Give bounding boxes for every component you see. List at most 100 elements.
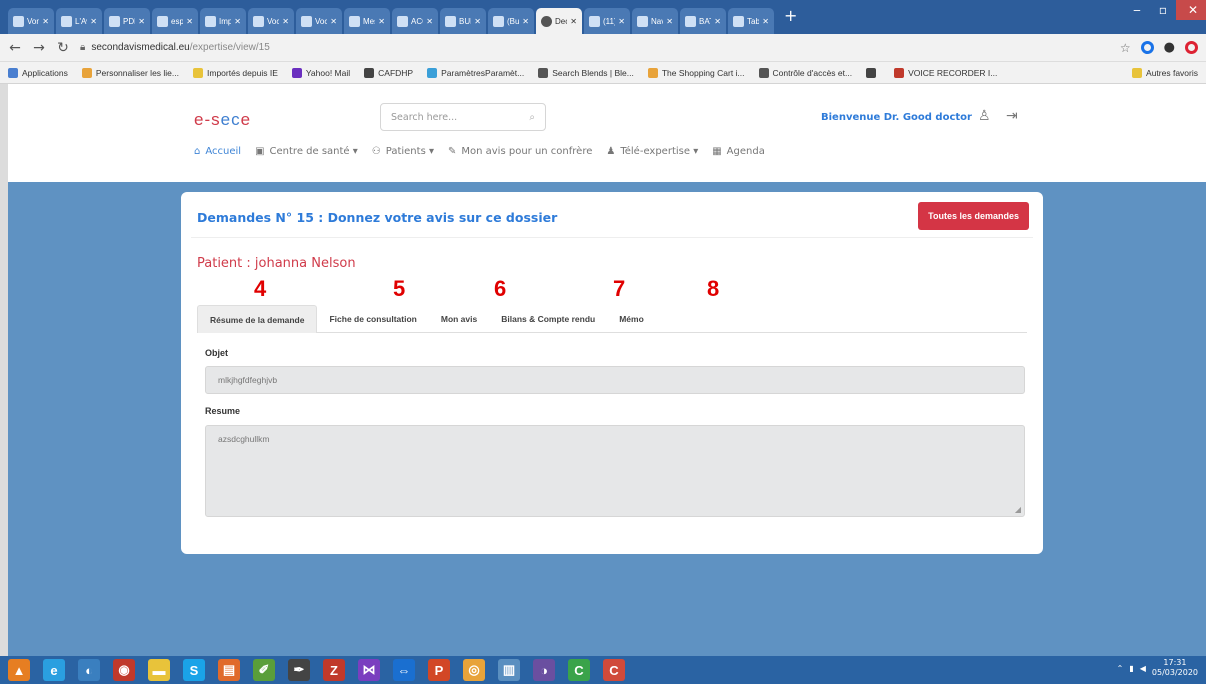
bookmark-item[interactable]: CAFDHP [364,67,413,78]
filezilla-icon[interactable]: Z [323,659,345,681]
tab-close-icon[interactable]: ✕ [522,17,529,26]
chrome-icon[interactable]: ◎ [463,659,485,681]
tab-close-icon[interactable]: ✕ [330,17,337,26]
powerpoint-icon[interactable]: P [428,659,450,681]
eclipse-icon[interactable]: ◑ [533,659,555,681]
star-icon[interactable]: ☆ [1120,41,1131,55]
maximize-button[interactable]: ▫ [1150,0,1176,20]
browser-tab[interactable]: PDF✕ [104,8,150,34]
tab-close-icon[interactable]: ✕ [570,17,577,26]
bookmark-item[interactable]: Contrôle d'accès et... [758,67,852,78]
power-icon[interactable]: ◉ [113,659,135,681]
camtasia-icon[interactable]: C [568,659,590,681]
folder-icon[interactable]: ▬ [148,659,170,681]
tab-close-icon[interactable]: ✕ [42,17,49,26]
tab-close-icon[interactable]: ✕ [426,17,433,26]
forward-icon[interactable]: → [32,40,46,56]
browser-tab[interactable]: L'Av✕ [56,8,102,34]
app-icon[interactable]: ◐ [78,659,100,681]
url-field[interactable]: 🔒︎ secondavismedical.eu/expertise/view/1… [80,42,1110,53]
nav-item[interactable]: ♟ Télé-expertise ▾ [606,146,698,157]
extension-opera-icon[interactable] [1140,41,1154,54]
browser-tab[interactable]: Voc ✕ [296,8,342,34]
bookmark-item[interactable]: Search Blends | Ble... [538,67,634,78]
nav-item[interactable]: ⌂ Accueil [194,146,241,157]
vlc-icon[interactable]: ▲ [8,659,30,681]
browser-tab[interactable]: ACC✕ [392,8,438,34]
network-icon[interactable]: ▮ [1129,664,1133,673]
new-tab-button[interactable]: + [776,6,805,29]
nav-item[interactable]: ⚇ Patients ▾ [372,146,434,157]
pen-icon[interactable]: ✒ [288,659,310,681]
paint-icon[interactable]: ✐ [253,659,275,681]
bookmark-item[interactable] [866,67,880,78]
bookmark-item[interactable]: Applications [8,67,68,78]
extension-o-icon[interactable] [1185,41,1198,54]
resume-textarea[interactable]: azsdcghullkm ◢ [205,425,1025,517]
all-requests-button[interactable]: Toutes les demandes [918,202,1029,230]
address-bar: ← → ↻ 🔒︎ secondavismedical.eu/expertise/… [0,34,1206,62]
tray-arrow-icon[interactable]: ⌃ [1117,664,1124,673]
content-tab[interactable]: Bilans & Compte rendu [489,305,607,333]
content-tab[interactable]: Mémo [607,305,656,333]
content-tab[interactable]: Fiche de consultation [317,305,428,333]
teamviewer-icon[interactable]: ⇔ [393,659,415,681]
browser-tab[interactable]: BAT✕ [680,8,726,34]
user-profile-icon[interactable]: ♙ [978,108,991,124]
nav-item[interactable]: ▣ Centre de santé ▾ [255,146,358,157]
bookmark-item[interactable]: Importés depuis IE [193,67,278,78]
browser-tab[interactable]: esp ✕ [152,8,198,34]
tab-close-icon[interactable]: ✕ [282,17,289,26]
reload-icon[interactable]: ↻ [56,40,70,56]
content-tab[interactable]: Résume de la demande [197,305,318,333]
other-bookmarks[interactable]: Autres favoris [1132,67,1198,78]
close-window-button[interactable]: ✕ [1176,0,1206,20]
volume-icon[interactable]: ◀ [1140,664,1146,673]
tab-title: Nav [651,16,664,26]
tab-close-icon[interactable]: ✕ [378,17,385,26]
skype-icon[interactable]: S [183,659,205,681]
browser-tab[interactable]: Tabs✕ [728,8,774,34]
tab-close-icon[interactable]: ✕ [666,17,673,26]
minimize-button[interactable]: ‒ [1124,0,1150,20]
tab-close-icon[interactable]: ✕ [714,17,721,26]
objet-field[interactable]: mlkjhgfdfeghjvb [205,366,1025,394]
browser-tab[interactable]: (11) ✕ [584,8,630,34]
browser-tab[interactable]: Voc ✕ [248,8,294,34]
back-icon[interactable]: ← [8,40,22,56]
tab-close-icon[interactable]: ✕ [618,17,625,26]
nav-item[interactable]: ▦ Agenda [712,146,765,157]
bookmark-item[interactable]: ParamètresParamèt... [427,67,524,78]
search-icon[interactable]: ⌕ [529,112,535,123]
logout-icon[interactable]: ⇥ [1006,108,1018,124]
browser-tab[interactable]: Mes✕ [344,8,390,34]
tab-close-icon[interactable]: ✕ [138,17,145,26]
nav-item[interactable]: ✎ Mon avis pour un confrère [448,146,592,157]
bookmark-item[interactable]: VOICE RECORDER I... [894,67,997,78]
browser-tab[interactable]: (Bu ✕ [488,8,534,34]
extension-ghost-icon[interactable]: ● [1164,40,1175,55]
tab-close-icon[interactable]: ✕ [186,17,193,26]
bookmark-item[interactable]: Personnaliser les lie... [81,67,179,78]
browser-tab[interactable]: Nav ✕ [632,8,678,34]
bookmark-item[interactable]: The Shopping Cart i... [647,67,745,78]
tab-close-icon[interactable]: ✕ [90,17,97,26]
office-icon[interactable]: ▤ [218,659,240,681]
tab-close-icon[interactable]: ✕ [474,17,481,26]
resize-handle-icon[interactable]: ◢ [1015,505,1021,514]
content-tab[interactable]: Mon avis [429,305,489,333]
browser-tab[interactable]: Dec ✕ [536,8,582,34]
internet-explorer-icon[interactable]: e [43,659,65,681]
tab-close-icon[interactable]: ✕ [762,17,769,26]
browser-tab[interactable]: Von ✕ [8,8,54,34]
browser-tab[interactable]: Imp ✕ [200,8,246,34]
bookmark-item[interactable]: Yahoo! Mail [291,67,350,78]
tab-close-icon[interactable]: ✕ [234,17,241,26]
site-logo[interactable]: e-sece [194,110,251,130]
visual-studio-icon[interactable]: ⋈ [358,659,380,681]
search-input[interactable]: Search here... ⌕ [380,103,546,131]
notepad-icon[interactable]: ▥ [498,659,520,681]
clock[interactable]: 17:31 05/03/2020 [1152,658,1198,678]
camtasia-recorder-icon[interactable]: C [603,659,625,681]
browser-tab[interactable]: BUL✕ [440,8,486,34]
